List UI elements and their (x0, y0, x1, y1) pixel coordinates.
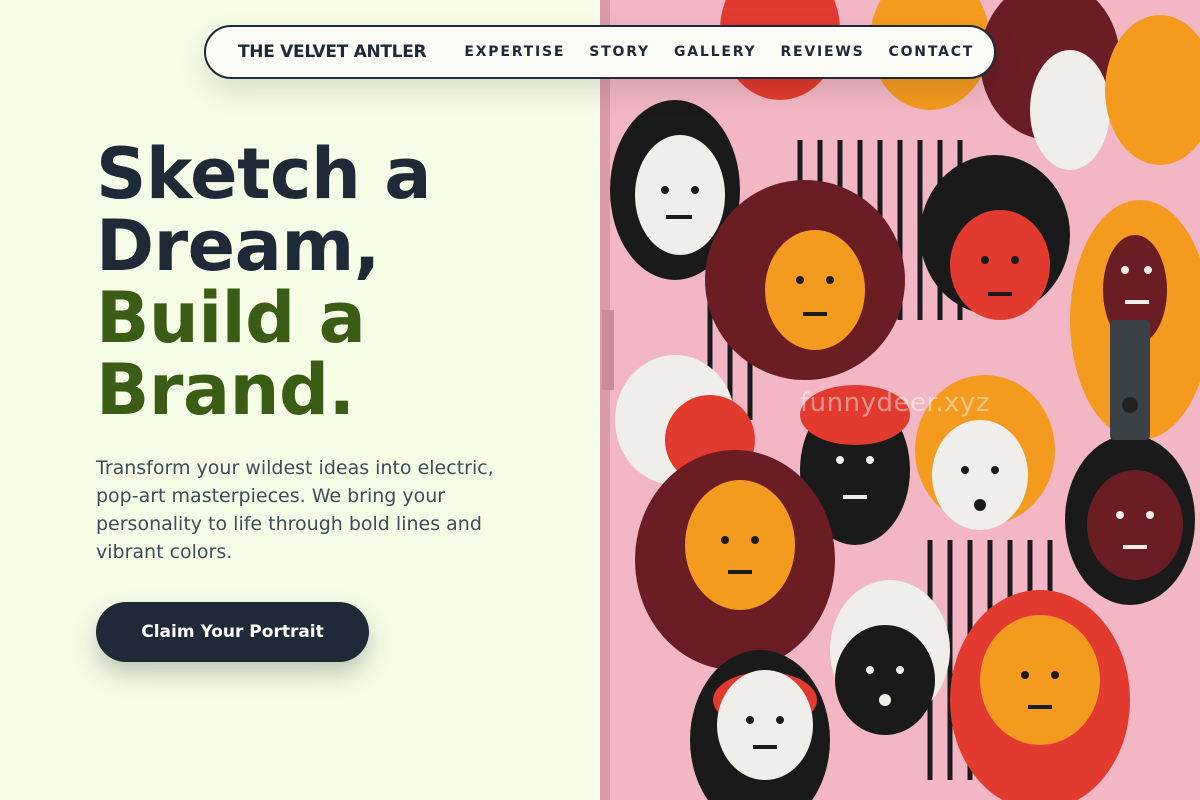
claim-portrait-button[interactable]: Claim Your Portrait (96, 602, 369, 662)
headline-line-4: Brand. (96, 349, 355, 431)
headline-line-3: Build a (96, 277, 366, 359)
nav-link-reviews[interactable]: REVIEWS (780, 44, 864, 60)
hero-section: Sketch a Dream, Build a Brand. Transform… (96, 138, 576, 566)
headline-line-1: Sketch a (96, 133, 431, 215)
brand-logo[interactable]: THE VELVET ANTLER (238, 42, 427, 62)
nav-link-gallery[interactable]: GALLERY (674, 44, 756, 60)
nav-link-contact[interactable]: CONTACT (889, 44, 975, 60)
hero-mural-image: funnydeer.xyz (600, 0, 1200, 800)
hero-description: Transform your wildest ideas into electr… (96, 457, 494, 563)
headline-line-2: Dream, (96, 205, 380, 287)
nav-link-story[interactable]: STORY (589, 44, 650, 60)
top-navigation-bar: THE VELVET ANTLER EXPERTISE STORY GALLER… (204, 25, 996, 79)
nav-link-expertise[interactable]: EXPERTISE (464, 44, 565, 60)
nav-links: EXPERTISE STORY GALLERY REVIEWS CONTACT (464, 44, 974, 60)
image-watermark: funnydeer.xyz (800, 388, 990, 418)
hero-headline: Sketch a Dream, Build a Brand. (96, 138, 576, 426)
